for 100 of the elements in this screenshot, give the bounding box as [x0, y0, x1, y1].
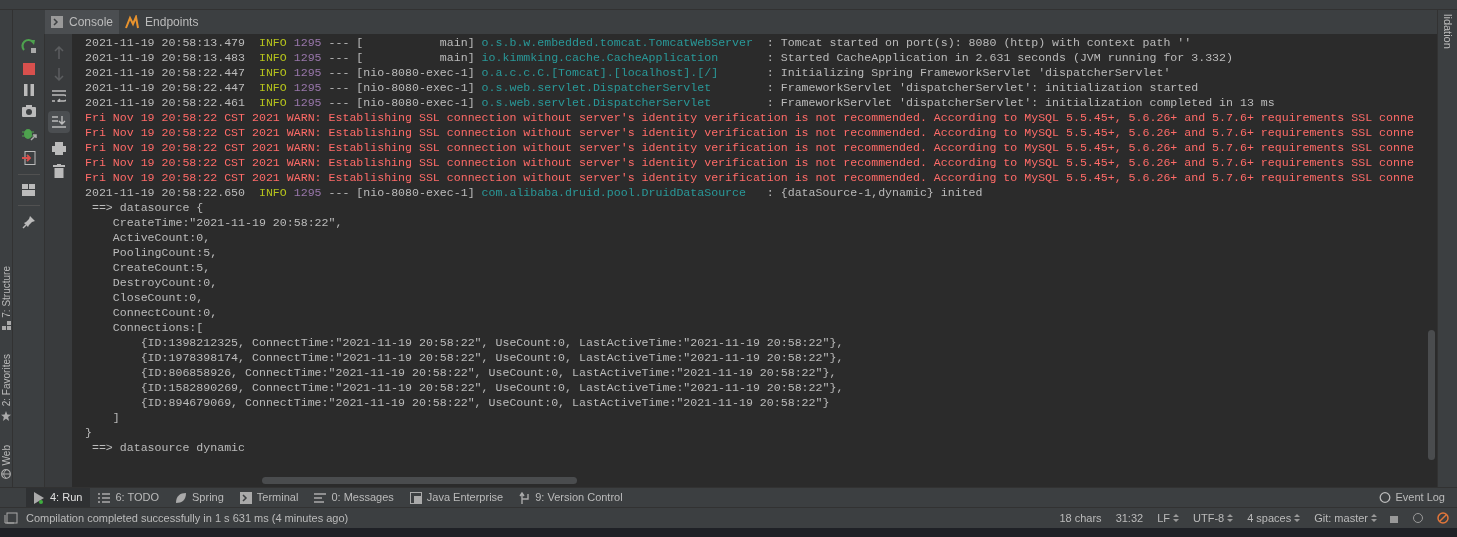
globe-icon[interactable]: [1, 469, 11, 479]
status-item[interactable]: LF: [1157, 509, 1179, 527]
warning-line: Fri Nov 19 20:58:22 CST 2021 WARN: Establishing SSL connection without server's identity verification is not recommended. According to MySQL 5.5.45+, 5.6.26+ and 5.7.6+ requirements SSL conne: [85, 111, 1414, 124]
dropdown-arrows-icon[interactable]: [1294, 513, 1301, 523]
thread-name: [nio-8080-exec-1]: [356, 81, 475, 94]
scrollbar-thumb[interactable]: [1428, 330, 1435, 460]
log-line: PoolingCount:5,: [111, 246, 218, 259]
process-id: 1295: [293, 81, 322, 94]
logger-name: o.s.web.servlet.DispatcherServlet: [481, 80, 713, 95]
logger-name: o.a.c.c.C.[Tomcat].[localhost].[/]: [481, 65, 720, 80]
thread-name: [nio-8080-exec-1]: [356, 96, 475, 109]
dropdown-arrows-icon[interactable]: [1173, 513, 1179, 523]
tool-window-tab[interactable]: Java Enterprise: [401, 488, 512, 507]
log-message: : FrameworkServlet 'dispatcherServlet': initialization started: [766, 81, 1199, 94]
tool-window-tab[interactable]: 4: Run: [26, 488, 91, 507]
log-separator: ---: [328, 66, 350, 79]
validation-tab[interactable]: lidation: [1439, 14, 1456, 49]
status-item[interactable]: 18 chars: [1059, 509, 1102, 527]
log-message: : Tomcat started on port(s): 8080 (http) with context path '': [766, 36, 1192, 49]
exit-icon[interactable]: [21, 151, 36, 165]
soft-wrap-icon[interactable]: [51, 90, 66, 102]
process-id: 1295: [293, 51, 322, 64]
warning-line: Fri Nov 19 20:58:22 CST 2021 WARN: Establishing SSL connection without server's identity verification is not recommended. According to MySQL 5.5.45+, 5.6.26+ and 5.7.6+ requirements SSL conne: [85, 171, 1414, 184]
console-tab[interactable]: Console: [45, 10, 120, 34]
dropdown-arrows-icon[interactable]: [1227, 513, 1234, 523]
enterprise-icon[interactable]: [409, 491, 422, 504]
log-line: {ID:806858926, ConnectTime:"2021-11-19 20:58:22", UseCount:0, LastActiveTime:"2021-11-19 20:58:22"},: [139, 366, 837, 379]
list-icon[interactable]: [98, 492, 111, 503]
layout-icon[interactable]: [22, 184, 35, 196]
status-message: Compilation completed successfully in 1 s 631 ms (4 minutes ago): [26, 510, 349, 526]
endpoints-icon[interactable]: [125, 15, 140, 29]
log-line: ConnectCount:0,: [111, 306, 218, 319]
log-level: INFO: [258, 96, 287, 109]
terminal-icon[interactable]: [239, 491, 252, 504]
process-id: 1295: [293, 36, 322, 49]
log-timestamp: 2021-11-19 20:58:22.650: [85, 186, 246, 199]
side-tab[interactable]: Web: [0, 444, 12, 479]
log-timestamp: 2021-11-19 20:58:22.461: [85, 96, 246, 109]
scroll-to-end-icon[interactable]: [51, 116, 66, 128]
log-line: Connections:[: [111, 321, 204, 334]
log-timestamp: 2021-11-19 20:58:22.447: [85, 81, 246, 94]
side-tab[interactable]: 2: Favorites: [0, 354, 12, 421]
log-line: CreateCount:5,: [111, 261, 211, 274]
log-message: : Initializing Spring FrameworkServlet 'dispatcherServlet': [766, 66, 1171, 79]
logger-name: o.s.b.w.embedded.tomcat.TomcatWebServer: [481, 35, 754, 50]
thread-name: [ main]: [356, 36, 475, 49]
play-icon[interactable]: [34, 491, 45, 504]
tool-window-tab[interactable]: 0: Messages: [306, 488, 402, 507]
log-line: ]: [111, 411, 120, 424]
tool-window-tab[interactable]: 9: Version Control: [511, 488, 631, 507]
log-separator: ---: [328, 96, 350, 109]
power-save-icon[interactable]: [1437, 512, 1449, 524]
logger-name: io.kimmking.cache.CacheApplication: [481, 50, 720, 65]
dropdown-arrows-icon[interactable]: [1371, 513, 1377, 523]
log-level: INFO: [258, 186, 287, 199]
trash-icon[interactable]: [52, 164, 65, 178]
warning-line: Fri Nov 19 20:58:22 CST 2021 WARN: Establishing SSL connection without server's identity verification is not recommended. According to MySQL 5.5.45+, 5.6.26+ and 5.7.6+ requirements SSL conne: [85, 156, 1414, 169]
star-icon[interactable]: [1, 410, 11, 421]
log-timestamp: 2021-11-19 20:58:13.479: [85, 36, 246, 49]
warning-line: Fri Nov 19 20:58:22 CST 2021 WARN: Establishing SSL connection without server's identity verification is not recommended. According to MySQL 5.5.45+, 5.6.26+ and 5.7.6+ requirements SSL conne: [85, 126, 1414, 139]
tool-window-tab[interactable]: Spring: [167, 488, 232, 507]
log-line: }: [85, 426, 92, 439]
stop-icon[interactable]: [22, 63, 35, 75]
process-id: 1295: [293, 186, 322, 199]
thread-name: [nio-8080-exec-1]: [356, 66, 475, 79]
thread-name: [nio-8080-exec-1]: [356, 186, 475, 199]
scroll-to-end-button[interactable]: [47, 111, 70, 133]
log-line: ==> datasource {: [90, 201, 204, 214]
side-tab[interactable]: 7: Structure: [0, 265, 12, 331]
panel-toggle-icon[interactable]: [4, 512, 18, 524]
event-log-tab[interactable]: Event Log: [1379, 489, 1445, 506]
rerun-icon[interactable]: [20, 38, 37, 54]
tool-window-tab[interactable]: 6: TODO: [90, 488, 168, 507]
log-level: INFO: [258, 66, 287, 79]
log-line: DestroyCount:0,: [111, 276, 218, 289]
console-icon[interactable]: [51, 16, 63, 28]
console-tab[interactable]: Endpoints: [119, 10, 205, 34]
log-line: {ID:1398212325, ConnectTime:"2021-11-19 20:58:22", UseCount:0, LastActiveTime:"2021-11-19 20:58:22"},: [139, 336, 844, 349]
tool-window-tab[interactable]: Terminal: [231, 488, 307, 507]
log-line: ActiveCount:0,: [111, 231, 211, 244]
status-item[interactable]: 31:32: [1115, 509, 1144, 527]
thread-name: [ main]: [356, 51, 475, 64]
scrollbar-thumb[interactable]: [262, 477, 577, 484]
messages-icon[interactable]: [314, 492, 327, 503]
log-line: {ID:894679069, ConnectTime:"2021-11-19 20:58:22", UseCount:0, LastActiveTime:"2021-11-19 20:58:22"}: [139, 396, 830, 409]
pin-icon[interactable]: [21, 215, 36, 229]
status-item[interactable]: UTF-8: [1193, 509, 1234, 527]
leaf-icon[interactable]: [175, 491, 188, 504]
camera-icon[interactable]: [21, 105, 36, 117]
process-id: 1295: [293, 96, 322, 109]
pause-icon[interactable]: [23, 84, 34, 96]
structure-icon[interactable]: [1, 321, 11, 331]
bug-icon[interactable]: [20, 126, 37, 142]
branch-icon[interactable]: [519, 491, 531, 504]
log-timestamp: 2021-11-19 20:58:22.447: [85, 66, 246, 79]
log-message: : Started CacheApplication in 2.631 seconds (JVM running for 3.332): [766, 51, 1233, 64]
status-item[interactable]: 4 spaces: [1247, 509, 1301, 527]
log-line: CloseCount:0,: [111, 291, 204, 304]
status-item[interactable]: Git: master: [1314, 509, 1377, 527]
log-separator: ---: [328, 186, 350, 199]
